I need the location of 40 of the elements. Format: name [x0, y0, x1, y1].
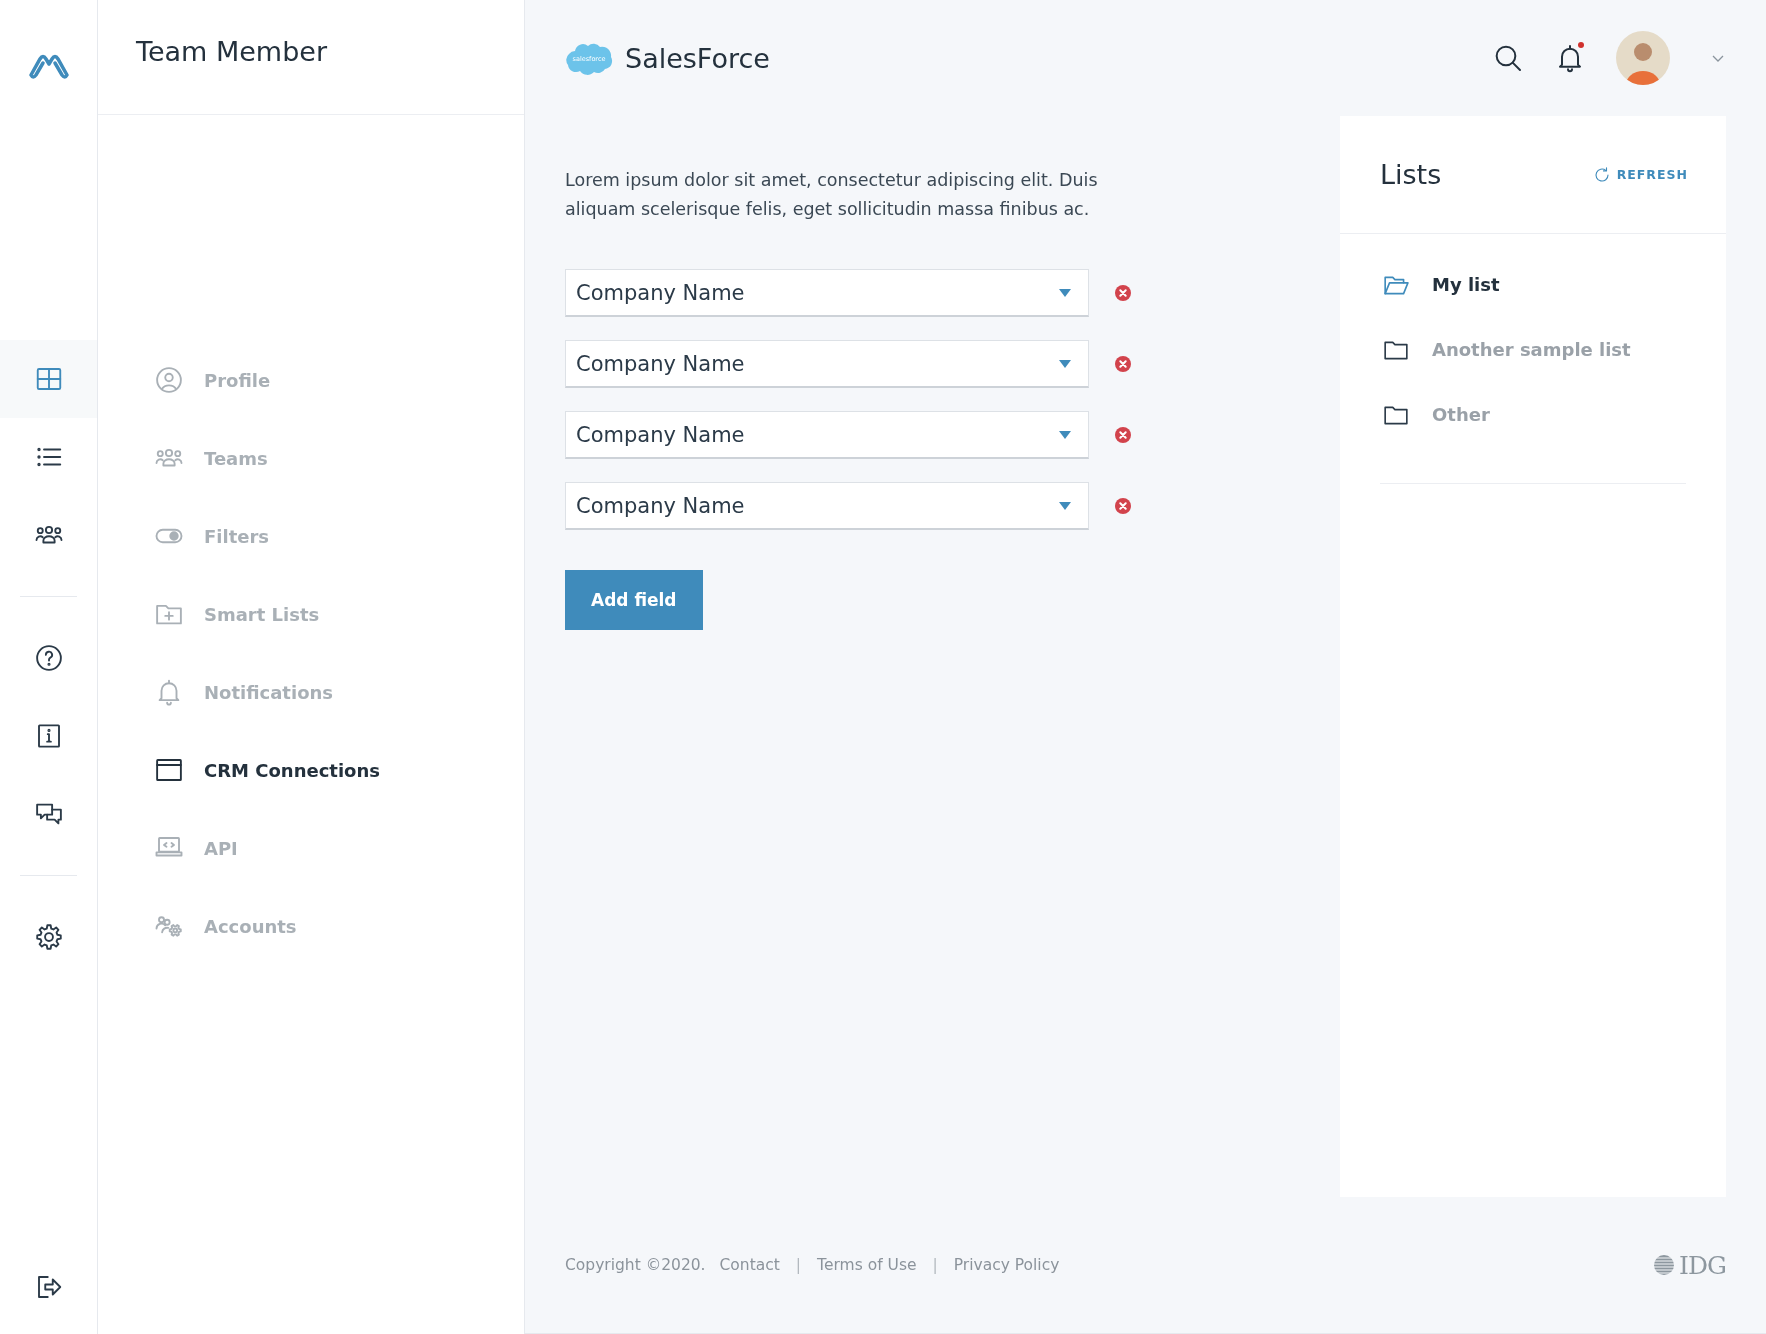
sidebar-item[interactable]: API: [154, 809, 524, 887]
footer-link[interactable]: Privacy Policy: [953, 1256, 1060, 1274]
separator-text: |: [932, 1256, 938, 1274]
caret-down-icon: [1058, 500, 1072, 511]
remove-icon[interactable]: [1115, 427, 1131, 443]
separator-text: |: [795, 1256, 802, 1274]
caret-down-icon: [1058, 358, 1072, 369]
dropdown-field[interactable]: Company Name: [565, 411, 1089, 459]
refresh-link[interactable]: REFRESH: [1592, 165, 1688, 184]
footer-link[interactable]: Contact: [719, 1256, 780, 1274]
avatar[interactable]: [1616, 31, 1670, 85]
sidebar-item[interactable]: Filters: [154, 497, 524, 575]
sidebar-item[interactable]: Notifications: [154, 653, 524, 731]
page-title: SalesForce: [625, 42, 770, 74]
refresh-icon: [1592, 165, 1611, 184]
remove-icon[interactable]: [1115, 356, 1131, 372]
footer-link[interactable]: Terms of Use: [817, 1256, 917, 1274]
add-field-button[interactable]: Add field: [565, 570, 703, 630]
list-item[interactable]: Other: [1380, 382, 1686, 447]
remove-icon[interactable]: [1115, 498, 1131, 514]
sidebar-item[interactable]: Teams: [154, 419, 524, 497]
description-text: Lorem ipsum dolor sit amet, consectetur adipiscing elit. Duis aliquam scelerisque felis, eget sollicitudin massa finibus ac.: [565, 169, 1099, 221]
dropdown-field[interactable]: Company Name: [565, 340, 1089, 388]
list-item[interactable]: My list: [1380, 252, 1686, 317]
list-item[interactable]: Another sample list: [1380, 317, 1686, 382]
dropdown-field[interactable]: Company Name: [565, 482, 1089, 530]
panel-title: Lists: [1380, 159, 1442, 190]
caret-down-icon: [1058, 287, 1072, 298]
user-circle-icon: [154, 365, 184, 395]
sidebar-item[interactable]: Profile: [154, 341, 524, 419]
sidebar-item[interactable]: Smart Lists: [154, 575, 524, 653]
copyright-text: Copyright ©2020.: [565, 1256, 706, 1274]
sidebar-title: Team Member: [136, 35, 327, 67]
caret-down-icon: [1058, 429, 1072, 440]
sidebar-item[interactable]: Accounts: [154, 887, 524, 965]
dropdown-field[interactable]: Company Name: [565, 269, 1089, 317]
remove-icon[interactable]: [1115, 285, 1131, 301]
brand-logo-text: IDG: [1679, 1250, 1726, 1280]
sidebar-item[interactable]: CRM Connections: [154, 731, 524, 809]
grid-icon[interactable]: [0, 340, 97, 418]
